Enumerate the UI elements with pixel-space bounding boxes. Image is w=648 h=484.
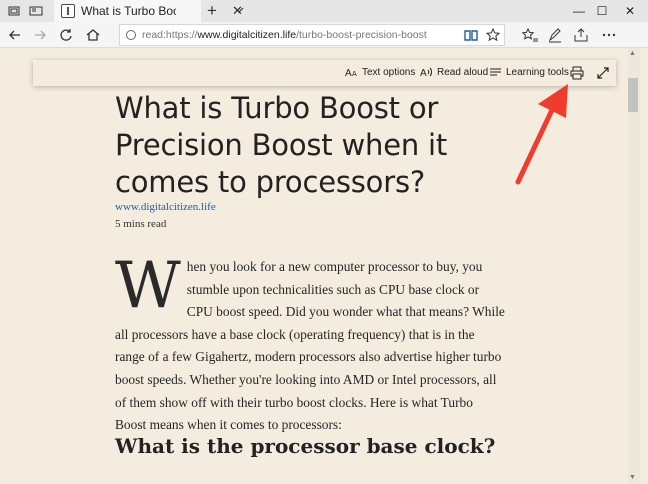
svg-text:A: A [345,68,352,78]
article-title: What is Turbo Boost or Precision Boost w… [115,91,448,199]
tab-active[interactable]: What is Turbo Boost or ✕ [54,0,243,22]
svg-text:A: A [352,71,357,78]
set-aside-tabs-icon[interactable] [6,3,22,19]
learning-tools-label: Learning tools [506,66,569,78]
share-icon[interactable] [572,26,590,44]
address-bar[interactable]: read:https://www.digitalcitizen.life/tur… [119,24,505,46]
drop-cap: W [115,249,181,323]
forward-arrow-icon[interactable] [31,26,49,44]
scrollbar-thumb[interactable] [628,78,638,112]
home-icon[interactable] [84,26,102,44]
read-aloud-icon: A [420,67,432,78]
url-text[interactable]: read:https://www.digitalcitizen.life/tur… [142,29,427,41]
article-source-link[interactable]: www.digitalcitizen.life [115,201,216,213]
tab-preview-icon[interactable] [28,3,44,19]
read-aloud-label: Read aloud [437,66,489,78]
text-options-icon: AA [345,68,357,78]
svg-text:A: A [420,68,427,78]
article-intro-paragraph: When you look for a new computer process… [115,249,505,437]
learning-tools-button[interactable]: Learning tools [489,66,569,78]
learning-tools-icon [490,68,501,76]
scrollbar-track[interactable] [628,48,640,484]
site-favicon-icon [61,4,75,18]
title-bar: What is Turbo Boost or ✕ + — ☐ ✕ [0,0,648,22]
annotation-arrow-icon [515,84,568,185]
chevron-down-icon[interactable] [233,4,245,16]
scroll-down-icon[interactable]: ▼ [629,474,636,481]
text-options-button[interactable]: AA Text options [345,66,416,79]
navigation-bar: read:https://www.digitalcitizen.life/tur… [0,22,648,48]
close-window-button[interactable]: ✕ [612,0,648,22]
tab-title: What is Turbo Boost or [81,4,176,18]
text-options-label: Text options [362,66,416,78]
reading-view-icon[interactable] [464,28,478,42]
more-options-icon[interactable] [600,26,618,44]
favorites-icon[interactable] [521,26,539,44]
pen-icon[interactable] [546,26,564,44]
info-icon[interactable] [126,30,136,40]
read-aloud-button[interactable]: A Read aloud [420,66,489,79]
read-time: 5 mins read [115,218,167,230]
new-tab-button[interactable]: + [207,1,217,21]
full-screen-icon[interactable] [596,66,610,80]
refresh-icon[interactable] [57,26,75,44]
section-heading: What is the processor base clock? [115,434,496,458]
article: What is Turbo Boost or Precision Boost w… [115,90,505,201]
back-arrow-icon[interactable] [6,26,24,44]
favorite-star-icon[interactable] [486,28,500,42]
scroll-up-icon[interactable]: ▲ [629,50,636,57]
